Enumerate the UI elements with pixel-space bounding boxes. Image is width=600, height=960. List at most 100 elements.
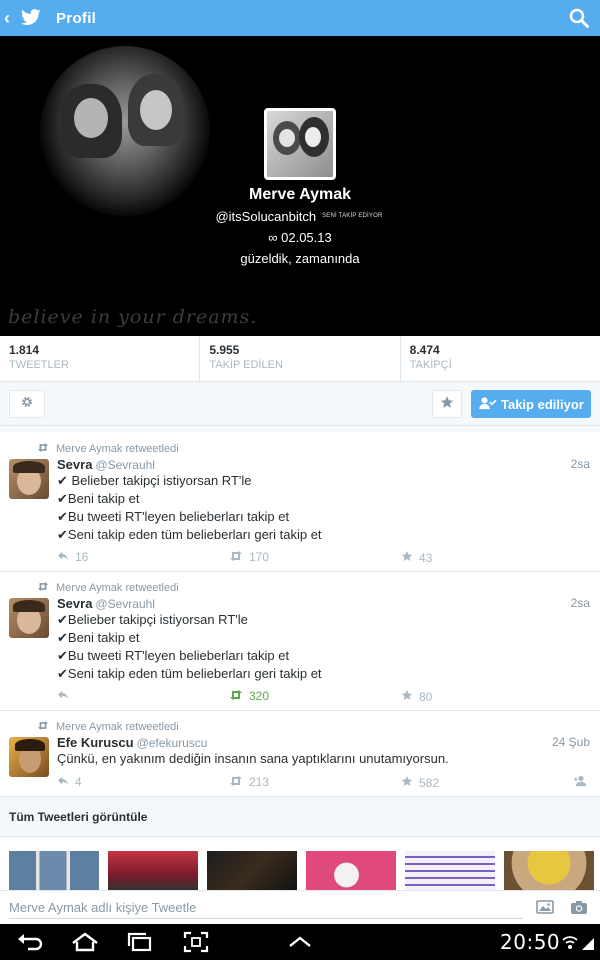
image-icon[interactable] bbox=[536, 899, 554, 915]
tweet-item[interactable]: Merve Aymak retweetledi Sevra @Sevrauhl 2… bbox=[0, 432, 600, 572]
following-button[interactable]: Takip ediliyor bbox=[471, 390, 591, 418]
retweet-count: 170 bbox=[249, 550, 270, 564]
tweet-actions: 4 213 582 bbox=[57, 775, 589, 790]
screenshot-icon[interactable] bbox=[182, 930, 210, 954]
tweet-avatar[interactable] bbox=[9, 459, 49, 499]
stat-followers[interactable]: 8.474 TAKİPÇİ bbox=[401, 336, 600, 381]
gear-icon bbox=[20, 395, 34, 414]
signal-icon bbox=[580, 930, 596, 954]
header-watermark: believe in your dreams. bbox=[8, 306, 258, 328]
media-thumbnail[interactable] bbox=[405, 851, 495, 890]
media-thumbnail[interactable] bbox=[108, 851, 198, 890]
retweet-icon bbox=[229, 689, 243, 703]
profile-handle: @itsSolucanbitch bbox=[215, 209, 317, 224]
back-chevron-icon[interactable]: ‹ bbox=[4, 0, 18, 36]
tweet-author[interactable]: Efe Kuruscu @efekuruscu bbox=[57, 735, 207, 750]
retweet-button[interactable]: 320 bbox=[229, 689, 269, 703]
favorite-button[interactable]: 582 bbox=[401, 775, 439, 790]
chevron-up-icon[interactable] bbox=[286, 930, 314, 954]
profile-header: Merve Aymak @itsSolucanbitch SENİ TAKİP E… bbox=[0, 36, 600, 336]
reply-button[interactable] bbox=[57, 689, 75, 703]
media-thumbnail[interactable] bbox=[306, 851, 396, 890]
retweeted-by-line: Merve Aymak retweetledi bbox=[37, 443, 179, 455]
tweet-author[interactable]: Sevra @Sevrauhl bbox=[57, 596, 155, 611]
tweet-line: ✔Beni takip et bbox=[57, 491, 140, 506]
recent-apps-icon[interactable] bbox=[126, 930, 154, 954]
tweet-avatar[interactable] bbox=[9, 598, 49, 638]
tweet-line: ✔Bu tweeti RT'leyen belieberları takip e… bbox=[57, 509, 290, 524]
user-check-icon bbox=[479, 396, 497, 413]
tweet-actions: 16 170 43 bbox=[57, 550, 587, 565]
camera-icon[interactable] bbox=[570, 899, 588, 915]
action-bar: ‹ Profil bbox=[0, 0, 600, 36]
reply-button[interactable]: 4 bbox=[57, 775, 82, 789]
tweet-author-name: Sevra bbox=[57, 457, 93, 472]
reply-button[interactable]: 16 bbox=[57, 550, 88, 564]
tweet-author-name: Efe Kuruscu bbox=[57, 735, 134, 750]
favorite-count: 80 bbox=[419, 689, 433, 704]
view-all-tweets-link[interactable]: Tüm Tweetleri görüntüle bbox=[0, 797, 600, 837]
retweet-small-icon bbox=[37, 582, 49, 594]
retweet-button[interactable]: 170 bbox=[229, 550, 269, 564]
star-icon bbox=[401, 550, 413, 565]
retweeted-by-text: Merve Aymak retweetledi bbox=[56, 582, 179, 594]
retweet-icon bbox=[229, 775, 243, 789]
tweet-author-name: Sevra bbox=[57, 596, 93, 611]
reply-icon bbox=[57, 550, 69, 564]
favorite-count: 582 bbox=[419, 775, 440, 790]
retweet-count: 320 bbox=[249, 689, 270, 703]
home-icon[interactable] bbox=[70, 930, 98, 954]
media-thumbnails bbox=[0, 838, 600, 890]
retweeted-by-text: Merve Aymak retweetledi bbox=[56, 443, 179, 455]
tweet-line: Çünkü, en yakınım dediğin insanın sana y… bbox=[57, 751, 449, 766]
add-user-icon bbox=[573, 775, 589, 790]
stat-label: TAKİPÇİ bbox=[409, 359, 452, 371]
stat-label: TAKİP EDİLEN bbox=[209, 359, 283, 371]
tweet-avatar[interactable] bbox=[9, 737, 49, 777]
following-button-label: Takip ediliyor bbox=[501, 396, 584, 412]
settings-button[interactable] bbox=[9, 390, 45, 418]
twitter-bird-icon[interactable] bbox=[20, 7, 46, 29]
profile-handle-row: @itsSolucanbitch SENİ TAKİP EDİYOR bbox=[0, 209, 600, 224]
profile-bio-line-2: güzeldik, zamanında bbox=[240, 251, 360, 266]
retweet-icon bbox=[229, 550, 243, 564]
favorite-button[interactable]: 80 bbox=[401, 689, 432, 704]
profile-avatar[interactable] bbox=[264, 108, 336, 180]
tweet-item[interactable]: Merve Aymak retweetledi Efe Kuruscu @efek… bbox=[0, 711, 600, 797]
media-thumbnail[interactable] bbox=[504, 851, 594, 890]
tweet-body: ✔ Belieber takipçi istiyorsan RT'le ✔Ben… bbox=[57, 472, 322, 544]
compose-tweet-input[interactable] bbox=[9, 897, 523, 919]
screen-title: Profil bbox=[56, 9, 97, 27]
wifi-icon bbox=[562, 930, 578, 954]
reply-count: 16 bbox=[75, 550, 89, 564]
media-thumbnail[interactable] bbox=[9, 851, 99, 890]
follow-author-button[interactable] bbox=[573, 775, 589, 790]
retweeted-by-text: Merve Aymak retweetledi bbox=[56, 721, 179, 733]
view-all-tweets-label: Tüm Tweetleri görüntüle bbox=[9, 810, 148, 824]
retweeted-by-line: Merve Aymak retweetledi bbox=[37, 721, 179, 733]
tweet-body: ✔Belieber takipçi istiyorsan RT'le ✔Beni… bbox=[57, 611, 322, 683]
stat-following[interactable]: 5.955 TAKİP EDİLEN bbox=[200, 336, 401, 381]
system-navigation-bar: 20:50 bbox=[0, 924, 600, 960]
retweeted-by-line: Merve Aymak retweetledi bbox=[37, 582, 179, 594]
star-icon bbox=[440, 395, 454, 414]
tweet-line: ✔Seni takip eden tüm belieberları geri t… bbox=[57, 666, 322, 681]
tweet-author-handle: @efekuruscu bbox=[136, 736, 208, 750]
media-thumbnail[interactable] bbox=[207, 851, 297, 890]
back-icon[interactable] bbox=[16, 930, 44, 954]
retweet-button[interactable]: 213 bbox=[229, 775, 269, 789]
stat-label: TWEETLER bbox=[9, 359, 69, 371]
retweet-small-icon bbox=[37, 443, 49, 455]
search-icon[interactable] bbox=[568, 7, 590, 29]
profile-stats: 1.814 TWEETLER 5.955 TAKİP EDİLEN 8.474 … bbox=[0, 336, 600, 382]
reply-icon bbox=[57, 689, 69, 703]
stat-value: 1.814 bbox=[9, 343, 40, 357]
reply-icon bbox=[57, 775, 69, 789]
tweet-timeline: Merve Aymak retweetledi Sevra @Sevrauhl 2… bbox=[0, 432, 600, 797]
add-to-list-button[interactable] bbox=[432, 390, 462, 418]
stat-tweets[interactable]: 1.814 TWEETLER bbox=[0, 336, 201, 381]
stat-value: 8.474 bbox=[409, 343, 440, 357]
tweet-author[interactable]: Sevra @Sevrauhl bbox=[57, 457, 155, 472]
favorite-button[interactable]: 43 bbox=[401, 550, 432, 565]
tweet-item[interactable]: Merve Aymak retweetledi Sevra @Sevrauhl 2… bbox=[0, 572, 600, 711]
